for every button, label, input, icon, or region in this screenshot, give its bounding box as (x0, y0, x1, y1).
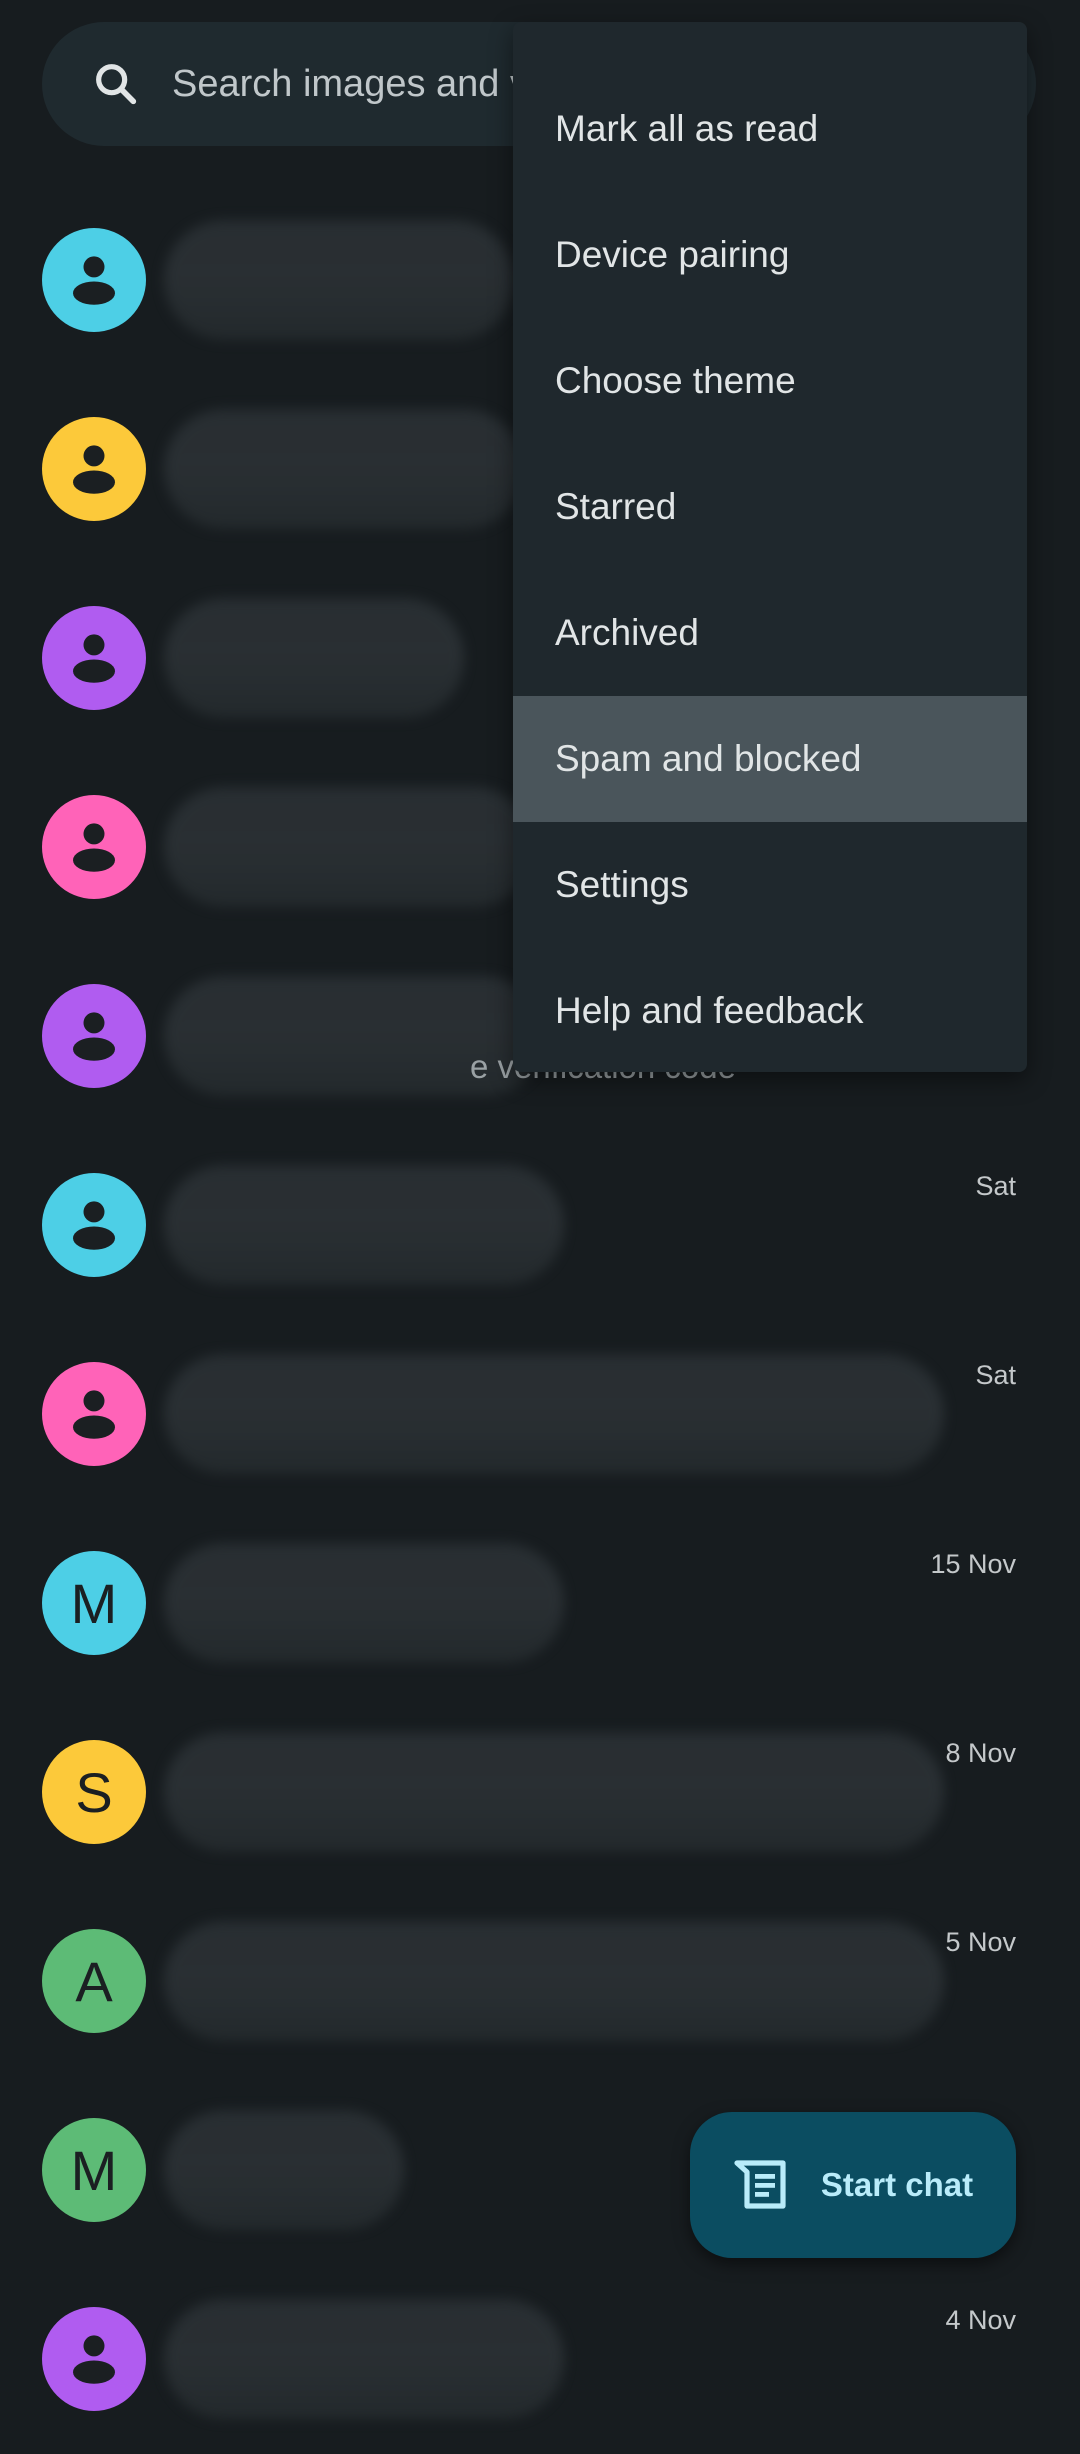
avatar (42, 1362, 146, 1466)
person-icon (73, 823, 115, 872)
avatar (42, 2307, 146, 2411)
menu-item-device-pairing[interactable]: Device pairing (513, 192, 1027, 318)
conversation-date: 15 Nov (930, 1549, 1016, 1579)
avatar: S (42, 1740, 146, 1844)
person-icon (73, 634, 115, 683)
conversation-row[interactable]: Sat (0, 1131, 1080, 1320)
search-icon[interactable] (90, 58, 142, 110)
person-icon (73, 1390, 115, 1439)
conversation-date: 8 Nov (945, 1738, 1016, 1768)
redacted-contact-preview (164, 787, 534, 907)
conversation-row[interactable]: M 15 Nov (0, 1509, 1080, 1698)
redacted-contact-preview (164, 598, 464, 718)
avatar: M (42, 2118, 146, 2222)
redacted-contact-preview (164, 2110, 404, 2230)
conversation-row[interactable]: S 8 Nov (0, 1698, 1080, 1887)
redacted-contact-preview (164, 1543, 564, 1663)
redacted-contact-preview (164, 1732, 944, 1852)
start-chat-button[interactable]: Start chat (690, 2112, 1016, 2258)
menu-item-settings[interactable]: Settings (513, 822, 1027, 948)
redacted-contact-preview (164, 2299, 564, 2419)
chat-icon (734, 2160, 786, 2209)
avatar (42, 228, 146, 332)
conversation-row[interactable]: A 5 Nov (0, 1887, 1080, 2076)
person-icon (73, 1012, 115, 1061)
avatar (42, 606, 146, 710)
avatar-letter: M (70, 1571, 118, 1635)
avatar (42, 795, 146, 899)
avatar-letter: M (70, 2138, 118, 2202)
conversation-date: 4 Nov (945, 2305, 1016, 2335)
person-icon (73, 1201, 115, 1250)
conversation-date: Sat (975, 1360, 1016, 1390)
avatar-letter: S (75, 1760, 113, 1824)
menu-item-starred[interactable]: Starred (513, 444, 1027, 570)
menu-item-spam-and-blocked[interactable]: Spam and blocked (513, 696, 1027, 822)
menu-item-archived[interactable]: Archived (513, 570, 1027, 696)
search-input[interactable]: Search images and v (172, 63, 529, 106)
menu-item-choose-theme[interactable]: Choose theme (513, 318, 1027, 444)
person-icon (73, 256, 115, 305)
avatar (42, 417, 146, 521)
redacted-contact-preview (164, 409, 524, 529)
menu-item-help-and-feedback[interactable]: Help and feedback (513, 948, 1027, 1074)
redacted-contact-preview (164, 1165, 564, 1285)
person-icon (73, 2335, 115, 2384)
conversation-date: 5 Nov (945, 1927, 1016, 1957)
avatar (42, 984, 146, 1088)
person-icon (73, 445, 115, 494)
redacted-contact-preview (164, 1354, 944, 1474)
avatar (42, 1173, 146, 1277)
avatar: A (42, 1929, 146, 2033)
overflow-menu: Mark all as read Device pairing Choose t… (513, 22, 1027, 1072)
redacted-contact-preview (164, 220, 514, 340)
avatar-letter: A (75, 1949, 113, 2013)
conversation-row[interactable]: Sat (0, 1320, 1080, 1509)
redacted-contact-preview (164, 1921, 944, 2041)
avatar: M (42, 1551, 146, 1655)
conversation-row[interactable]: 4 Nov (0, 2265, 1080, 2454)
start-chat-label: Start chat (820, 2166, 974, 2203)
menu-item-mark-all-as-read[interactable]: Mark all as read (513, 66, 1027, 192)
conversation-date: Sat (975, 1171, 1016, 1201)
